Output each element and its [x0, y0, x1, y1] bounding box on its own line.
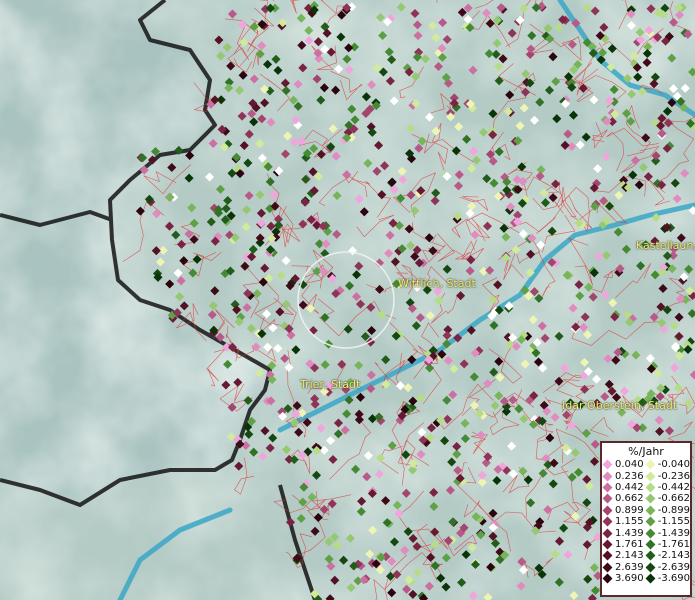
legend-value: 2.143: [615, 550, 644, 562]
legend-swatch: [602, 562, 613, 573]
legend-swatch: [645, 573, 656, 584]
legend-value: 2.639: [615, 561, 644, 573]
legend-entry: -0.236: [645, 471, 690, 482]
legend-swatch: [645, 493, 656, 504]
legend-value: -0.040: [657, 459, 690, 471]
legend-value: 0.662: [615, 493, 644, 505]
legend-swatch: [645, 528, 656, 538]
legend-swatch: [645, 505, 656, 516]
legend-swatch: [602, 505, 613, 516]
legend-swatch: [645, 516, 656, 527]
legend-swatch: [645, 562, 656, 573]
legend-entry: 1.439: [602, 528, 645, 539]
legend-row: 1.439 -1.439: [602, 527, 690, 539]
legend-value: -1.155: [657, 516, 690, 528]
legend-value: -0.899: [657, 504, 690, 516]
legend-swatch: [602, 493, 613, 504]
legend-row: 0.442 -0.442: [602, 482, 690, 493]
legend-entry: -3.690: [645, 573, 690, 584]
legend-entry: 3.690: [602, 573, 645, 584]
legend-swatch: [602, 539, 613, 550]
legend-row: 1.761 -1.761: [602, 539, 690, 550]
legend-swatch: [645, 459, 656, 470]
legend-swatch: [602, 550, 613, 561]
legend-entry: -1.439: [645, 528, 690, 539]
legend-value: 0.040: [615, 459, 644, 471]
legend-rows: 0.040 -0.040 0.236 -0.236 0.442 -0.442 0.662 -0…: [602, 459, 690, 584]
legend-value: 0.442: [615, 481, 644, 493]
legend: %/Jahr 0.040 -0.040 0.236 -0.236 0.442 -0.442…: [600, 441, 692, 597]
legend-value: -2.639: [657, 561, 690, 573]
legend-swatch: [645, 550, 656, 561]
legend-value: 1.155: [615, 516, 644, 528]
legend-entry: 2.639: [602, 562, 645, 573]
legend-row: 0.236 -0.236: [602, 470, 690, 482]
city-label-trier: Trier, Stadt: [300, 378, 361, 391]
legend-row: 2.639 -2.639: [602, 562, 690, 573]
legend-swatch: [645, 539, 656, 550]
legend-entry: 2.143: [602, 550, 645, 561]
legend-row: 2.143 -2.143: [602, 550, 690, 561]
legend-swatch: [645, 471, 656, 482]
legend-value: -0.662: [657, 493, 690, 505]
legend-entry: -1.761: [645, 539, 690, 550]
legend-entry: -0.040: [645, 459, 690, 470]
legend-entry: 0.040: [602, 459, 645, 470]
city-label-idar-oberstein: Idar-Oberstein, Stadt: [562, 399, 678, 412]
legend-entry: 1.155: [602, 516, 645, 527]
legend-value: -0.236: [657, 470, 690, 482]
legend-swatch: [645, 482, 656, 493]
legend-swatch: [602, 482, 613, 493]
legend-entry: 0.662: [602, 493, 645, 504]
legend-entry: -2.143: [645, 550, 690, 561]
legend-entry: -0.899: [645, 505, 690, 516]
legend-entry: 0.899: [602, 505, 645, 516]
legend-value: -1.761: [657, 538, 690, 550]
legend-value: -3.690: [657, 573, 690, 585]
city-label-wittlich: Wittlich, Stadt: [398, 277, 476, 290]
legend-entry: 1.761: [602, 539, 645, 550]
legend-swatch: [602, 573, 613, 584]
legend-entry: -0.442: [645, 482, 690, 493]
legend-value: 1.761: [615, 538, 644, 550]
legend-swatch: [602, 471, 613, 482]
legend-value: -1.439: [657, 527, 690, 539]
legend-value: -0.442: [657, 481, 690, 493]
legend-entry: 0.442: [602, 482, 645, 493]
legend-row: 0.040 -0.040: [602, 459, 690, 470]
legend-value: -2.143: [657, 550, 690, 562]
legend-swatch: [602, 459, 613, 470]
legend-value: 3.690: [615, 573, 644, 585]
legend-row: 0.899 -0.899: [602, 505, 690, 516]
map-canvas[interactable]: [0, 0, 695, 600]
legend-entry: -2.639: [645, 562, 690, 573]
legend-value: 0.236: [615, 470, 644, 482]
legend-swatch: [602, 516, 613, 527]
legend-entry: 0.236: [602, 471, 645, 482]
legend-row: 1.155 -1.155: [602, 516, 690, 527]
legend-entry: -0.662: [645, 493, 690, 504]
legend-value: 0.899: [615, 504, 644, 516]
city-label-kastellaun: Kastellaun, S: [636, 239, 695, 252]
legend-value: 1.439: [615, 527, 644, 539]
legend-row: 3.690 -3.690: [602, 573, 690, 584]
legend-entry: -1.155: [645, 516, 690, 527]
legend-row: 0.662 -0.662: [602, 493, 690, 504]
legend-title: %/Jahr: [628, 445, 664, 458]
legend-swatch: [602, 528, 613, 538]
